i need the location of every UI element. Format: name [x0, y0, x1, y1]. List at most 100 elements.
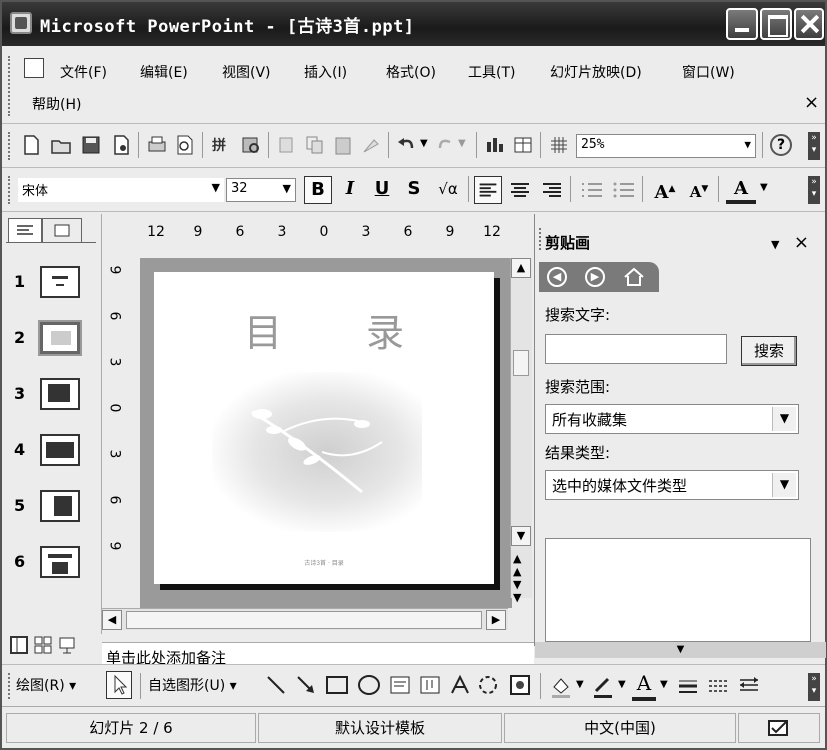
dash-style-icon[interactable]: [706, 673, 730, 697]
results-scroll-down-icon[interactable]: ▼: [535, 642, 826, 658]
slide-sorter-icon[interactable]: [34, 636, 52, 654]
font-dropdown[interactable]: 宋体 ▼: [18, 178, 224, 202]
forward-icon[interactable]: ▶: [585, 267, 605, 287]
italic-button[interactable]: I: [336, 176, 364, 204]
insert-chart-icon[interactable]: [484, 134, 506, 156]
font-color-icon[interactable]: A: [632, 671, 656, 701]
scroll-right-button[interactable]: ▶: [486, 610, 506, 630]
toolbar-options-icon[interactable]: » ▾: [808, 132, 820, 160]
numbering-icon[interactable]: [578, 176, 606, 204]
menu-tools[interactable]: 工具(T): [468, 62, 515, 82]
research-icon[interactable]: [240, 134, 262, 156]
draw-menu-button[interactable]: 绘图(R) ▾: [16, 675, 76, 695]
increase-font-size-button[interactable]: A▲: [650, 176, 680, 204]
slide-thumbnail[interactable]: [38, 320, 82, 356]
slide-thumbnail[interactable]: [40, 378, 80, 410]
align-center-icon[interactable]: [506, 176, 534, 204]
scroll-thumb[interactable]: [513, 350, 529, 376]
slide-thumbnail[interactable]: [40, 266, 80, 298]
task-pane-grip[interactable]: [539, 228, 543, 250]
slide-thumbnail-row[interactable]: 6: [2, 542, 102, 590]
toolbar-grip[interactable]: [8, 132, 12, 160]
decrease-font-size-button[interactable]: A▼: [684, 176, 714, 204]
redo-dropdown-icon[interactable]: ▼: [458, 138, 466, 149]
print-icon[interactable]: [146, 134, 168, 156]
select-objects-button[interactable]: [106, 671, 132, 699]
task-pane-menu-icon[interactable]: ▼: [771, 238, 779, 251]
paste-icon[interactable]: [332, 134, 354, 156]
slide-thumbnail-row[interactable]: 3: [2, 374, 102, 422]
slide-thumbnail-row[interactable]: 5: [2, 486, 102, 534]
font-color-button[interactable]: A: [726, 176, 756, 204]
open-folder-icon[interactable]: [50, 134, 72, 156]
menu-insert[interactable]: 插入(I): [304, 62, 347, 82]
print-preview-icon[interactable]: [174, 134, 196, 156]
fill-color-dropdown-icon[interactable]: ▼: [576, 679, 584, 690]
slide-thumbnail-row[interactable]: 4: [2, 430, 102, 478]
vertical-scrollbar[interactable]: ▲ ▼ ▲ ▲ ▼ ▼: [510, 258, 532, 604]
save-icon[interactable]: [80, 134, 102, 156]
undo-dropdown-icon[interactable]: ▼: [420, 138, 428, 149]
zoom-dropdown[interactable]: 25% ▼: [576, 134, 756, 158]
line-tool-icon[interactable]: [264, 673, 288, 697]
scroll-left-button[interactable]: ◀: [102, 610, 122, 630]
slide-thumbnail[interactable]: [40, 490, 80, 522]
copy-icon[interactable]: [304, 134, 326, 156]
textbox-tool-icon[interactable]: [388, 673, 412, 697]
bullets-icon[interactable]: [610, 176, 638, 204]
menu-view[interactable]: 视图(V): [222, 62, 271, 82]
menu-file[interactable]: 文件(F): [60, 62, 107, 82]
minimize-button[interactable]: [726, 8, 758, 40]
equation-button[interactable]: √α: [430, 176, 466, 204]
menu-edit[interactable]: 编辑(E): [140, 62, 188, 82]
menu-window[interactable]: 窗口(W): [682, 62, 735, 82]
result-type-select[interactable]: 选中的媒体文件类型 ▼: [545, 470, 799, 500]
font-size-dropdown[interactable]: 32 ▼: [226, 178, 296, 202]
autoshapes-menu-button[interactable]: 自选图形(U) ▾: [148, 675, 237, 695]
slide-thumbnail-row[interactable]: 2: [2, 318, 102, 366]
title-bar[interactable]: Microsoft PowerPoint - [古诗3首.ppt]: [2, 2, 825, 46]
back-icon[interactable]: ◀: [547, 267, 567, 287]
toolbar-grip[interactable]: [8, 673, 12, 699]
arrow-style-icon[interactable]: [736, 673, 762, 697]
bold-button[interactable]: B: [304, 176, 332, 204]
cut-icon[interactable]: [276, 134, 298, 156]
fill-color-icon[interactable]: [548, 673, 574, 699]
line-color-icon[interactable]: [590, 673, 616, 699]
menu-slideshow[interactable]: 幻灯片放映(D): [550, 62, 642, 82]
permission-icon[interactable]: [110, 134, 132, 156]
search-scope-select[interactable]: 所有收藏集 ▼: [545, 404, 799, 434]
search-button[interactable]: 搜索: [741, 336, 797, 366]
redo-icon[interactable]: [434, 134, 456, 156]
align-right-icon[interactable]: [538, 176, 566, 204]
scroll-up-button[interactable]: ▲: [511, 258, 531, 278]
slideshow-view-icon[interactable]: [58, 636, 76, 654]
clipart-icon[interactable]: [508, 673, 532, 697]
spelling-icon[interactable]: 拼: [210, 134, 232, 156]
slide-thumbnail[interactable]: [40, 546, 80, 578]
scroll-thumb[interactable]: [126, 611, 482, 629]
normal-view-icon[interactable]: [10, 636, 28, 654]
next-slide-icon[interactable]: ▼ ▼: [513, 578, 521, 604]
show-grid-icon[interactable]: [548, 134, 570, 156]
toolbar-options-icon[interactable]: » ▾: [808, 176, 820, 204]
search-text-input[interactable]: [545, 334, 727, 364]
slide[interactable]: 目 录 古诗3首 · 目录: [154, 272, 494, 584]
previous-slide-icon[interactable]: ▲ ▲: [513, 552, 521, 578]
rectangle-tool-icon[interactable]: [324, 673, 350, 697]
align-left-icon[interactable]: [474, 176, 502, 204]
menubar-grip[interactable]: [8, 56, 12, 116]
horizontal-scrollbar[interactable]: ◀ ▶: [102, 608, 508, 630]
notes-pane[interactable]: 单击此处添加备注: [102, 642, 534, 664]
slide-title[interactable]: 目 录: [154, 302, 494, 357]
home-icon[interactable]: [623, 267, 645, 287]
oval-tool-icon[interactable]: [356, 673, 382, 697]
orchid-image[interactable]: [212, 372, 422, 532]
scroll-down-button[interactable]: ▼: [511, 526, 531, 546]
menu-format[interactable]: 格式(O): [386, 62, 436, 82]
undo-icon[interactable]: [396, 134, 418, 156]
tab-slides[interactable]: [42, 218, 82, 242]
toolbar-options-icon[interactable]: » ▾: [808, 673, 820, 701]
spelling-status[interactable]: [738, 713, 820, 743]
document-icon[interactable]: [24, 58, 44, 78]
